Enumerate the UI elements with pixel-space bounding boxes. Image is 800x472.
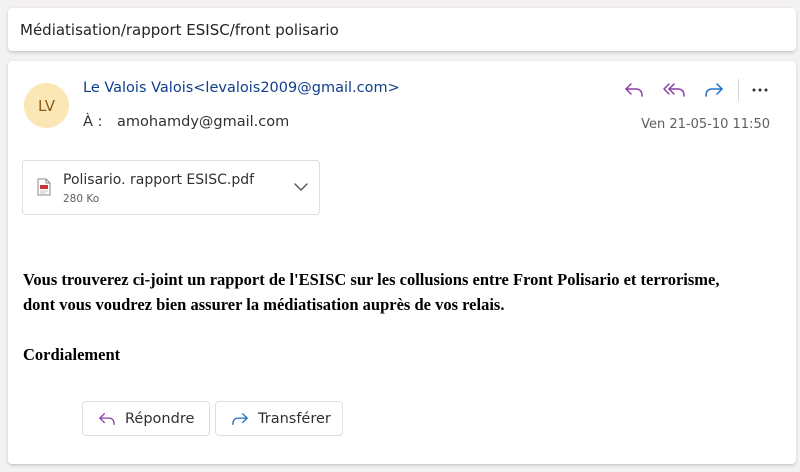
message-date: Ven 21-05-10 11:50	[641, 117, 770, 132]
reply-icon	[625, 83, 643, 97]
pdf-file-icon	[37, 178, 51, 196]
forward-button[interactable]	[694, 77, 734, 103]
attachment-card[interactable]: Polisario. rapport ESISC.pdf 280 Ko	[22, 160, 320, 215]
email-subject: Médiatisation/rapport ESISC/front polisa…	[20, 21, 339, 39]
sender-name[interactable]: Le Valois Valois<levalois2009@gmail.com>	[83, 80, 400, 96]
subject-header: Médiatisation/rapport ESISC/front polisa…	[8, 8, 796, 51]
message-actions	[614, 77, 775, 103]
reply-button[interactable]	[614, 77, 654, 103]
forward-label: Transférer	[258, 410, 331, 427]
message-body: Vous trouverez ci-joint un rapport de l'…	[23, 267, 743, 367]
quick-reply-bar: Répondre Transférer	[82, 401, 348, 436]
chevron-down-icon[interactable]	[293, 179, 309, 195]
actions-divider	[738, 79, 739, 101]
recipient-address[interactable]: amohamdy@gmail.com	[117, 114, 289, 130]
reply-icon	[97, 411, 117, 427]
recipient-row: À : amohamdy@gmail.com	[83, 114, 289, 130]
more-actions-button[interactable]	[745, 77, 775, 103]
reply-all-icon	[663, 83, 685, 97]
avatar[interactable]: LV	[24, 83, 69, 128]
forward-icon	[705, 83, 723, 97]
attachment-size: 280 Ko	[63, 193, 100, 205]
body-paragraph: Vous trouverez ci-joint un rapport de l'…	[23, 270, 720, 314]
more-icon	[752, 88, 768, 92]
message-card: LV Le Valois Valois<levalois2009@gmail.c…	[8, 61, 796, 464]
forward-icon	[230, 411, 250, 427]
reply-pill-button[interactable]: Répondre	[82, 401, 210, 436]
body-signoff: Cordialement	[23, 345, 121, 364]
forward-pill-button[interactable]: Transférer	[215, 401, 343, 436]
to-label: À :	[83, 114, 103, 130]
reply-all-button[interactable]	[654, 77, 694, 103]
attachment-name: Polisario. rapport ESISC.pdf	[63, 172, 255, 188]
reply-label: Répondre	[125, 410, 195, 427]
